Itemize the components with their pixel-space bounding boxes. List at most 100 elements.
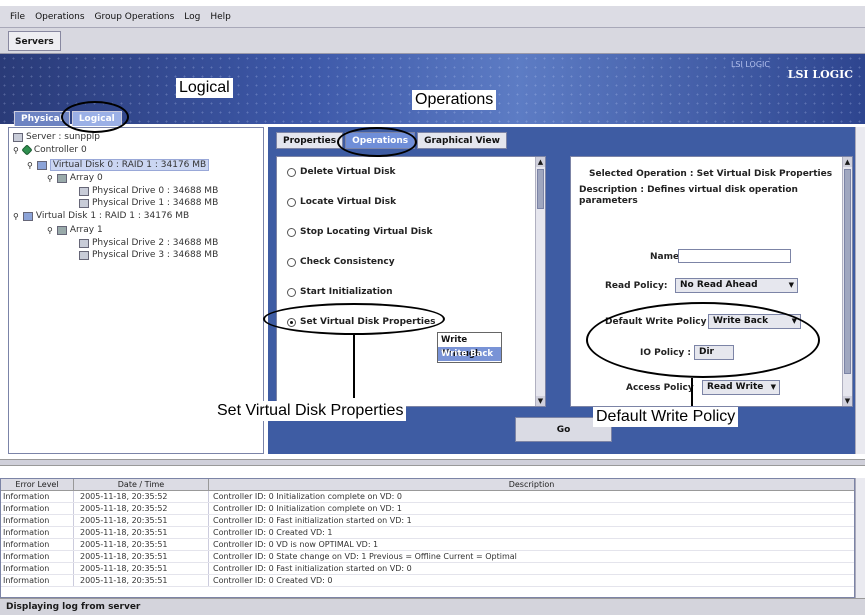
radio-icon[interactable] xyxy=(287,227,296,237)
callout-write-policy: Default Write Policy xyxy=(593,407,739,427)
expand-icon[interactable]: ⚲ xyxy=(27,161,33,170)
physical-drive-icon xyxy=(79,186,89,196)
scroll-thumb[interactable] xyxy=(537,169,544,209)
event-log: Error Level Date / Time Description Info… xyxy=(0,478,855,598)
scroll-down-icon[interactable]: ▼ xyxy=(843,396,852,406)
tree-array0-label: Array 0 xyxy=(69,173,103,183)
op-start-initialization[interactable]: Start Initialization xyxy=(287,287,393,297)
tree-vd1-label: Virtual Disk 1 : RAID 1 : 34176 MB xyxy=(35,211,190,221)
right-scrollbar[interactable] xyxy=(855,127,865,454)
tree-array-1[interactable]: ⚲ Array 1 xyxy=(47,225,103,235)
access-policy-select[interactable]: Read Write ▼ xyxy=(702,380,780,395)
log-date: 2005-11-18, 20:35:52 xyxy=(74,491,209,502)
log-description: Controller ID: 0 Created VD: 0 xyxy=(213,576,333,585)
scroll-thumb[interactable] xyxy=(844,169,851,374)
log-scrollbar[interactable] xyxy=(855,478,865,598)
header-description[interactable]: Description xyxy=(209,479,854,490)
tab-properties[interactable]: Properties xyxy=(276,132,344,149)
selected-operation: Selected Operation : Set Virtual Disk Pr… xyxy=(589,169,833,179)
tree-pd0-label: Physical Drive 0 : 34688 MB xyxy=(92,186,219,196)
name-input[interactable] xyxy=(678,249,791,263)
scroll-up-icon[interactable]: ▲ xyxy=(843,157,852,167)
virtual-disk-icon xyxy=(22,211,33,221)
log-row[interactable]: Information 2005-11-18, 20:35:51 Control… xyxy=(1,563,854,575)
tree-controller[interactable]: ⚲ Controller 0 xyxy=(13,144,87,156)
log-level: Information xyxy=(1,503,74,514)
op-delete-virtual-disk[interactable]: Delete Virtual Disk xyxy=(287,167,396,177)
menu-operations[interactable]: Operations xyxy=(35,12,84,22)
log-row[interactable]: Information 2005-11-18, 20:35:52 Control… xyxy=(1,503,854,515)
expand-icon[interactable]: ⚲ xyxy=(47,226,53,235)
tree-virtual-disk-1[interactable]: ⚲ Virtual Disk 1 : RAID 1 : 34176 MB xyxy=(13,211,189,221)
log-row[interactable]: Information 2005-11-18, 20:35:51 Control… xyxy=(1,539,854,551)
read-policy-select[interactable]: No Read Ahead ▼ xyxy=(675,278,798,293)
toolbar: Servers xyxy=(0,28,865,54)
radio-icon[interactable] xyxy=(287,257,296,267)
header-error-level[interactable]: Error Level xyxy=(1,479,74,490)
read-policy-label: Read Policy: xyxy=(605,281,668,291)
radio-icon[interactable] xyxy=(287,167,296,177)
log-date: 2005-11-18, 20:35:51 xyxy=(74,515,209,526)
menu-file[interactable]: File xyxy=(10,12,25,22)
servers-tab[interactable]: Servers xyxy=(8,31,61,51)
tree-controller-label: Controller 0 xyxy=(33,145,87,155)
log-description: Controller ID: 0 Initialization complete… xyxy=(213,504,402,513)
array-icon xyxy=(56,173,67,183)
tree-virtual-disk-0[interactable]: ⚲ Virtual Disk 0 : RAID 1 : 34176 MB xyxy=(27,159,210,171)
menu-group-operations[interactable]: Group Operations xyxy=(95,12,175,22)
controller-icon xyxy=(21,144,33,156)
tree-server-label: Server : sunpplp xyxy=(26,132,101,142)
server-icon xyxy=(13,132,23,142)
callout-ellipse-set-vd xyxy=(263,303,445,335)
expand-icon[interactable]: ⚲ xyxy=(47,174,53,183)
access-policy-label: Access Policy xyxy=(626,383,694,393)
tree-pd3-label: Physical Drive 3 : 34688 MB xyxy=(92,250,219,260)
log-header: Error Level Date / Time Description xyxy=(1,479,854,491)
op-stop-locating[interactable]: Stop Locating Virtual Disk xyxy=(287,227,432,237)
header-date-time[interactable]: Date / Time xyxy=(74,479,209,490)
log-level: Information xyxy=(1,563,74,574)
tab-graphical-view[interactable]: Graphical View xyxy=(417,132,507,149)
log-level: Information xyxy=(1,491,74,502)
log-date: 2005-11-18, 20:35:51 xyxy=(74,575,209,586)
operations-list: Delete Virtual Disk Locate Virtual Disk … xyxy=(276,156,546,407)
tree-array-0[interactable]: ⚲ Array 0 xyxy=(47,173,103,183)
log-level: Information xyxy=(1,575,74,586)
virtual-disk-icon xyxy=(36,160,47,170)
description-line-2: parameters xyxy=(579,196,638,206)
tree-pd1-label: Physical Drive 1 : 34688 MB xyxy=(92,198,219,208)
description-line-1: Description : Defines virtual disk opera… xyxy=(579,185,798,195)
log-row[interactable]: Information 2005-11-18, 20:35:51 Control… xyxy=(1,575,854,587)
log-row[interactable]: Information 2005-11-18, 20:35:51 Control… xyxy=(1,515,854,527)
chevron-down-icon: ▼ xyxy=(770,383,776,391)
log-row[interactable]: Information 2005-11-18, 20:35:52 Control… xyxy=(1,491,854,503)
option-write-through[interactable]: Write Through xyxy=(438,333,501,359)
menu-log[interactable]: Log xyxy=(184,12,200,22)
log-row[interactable]: Information 2005-11-18, 20:35:51 Control… xyxy=(1,551,854,563)
log-row[interactable]: Information 2005-11-18, 20:35:51 Control… xyxy=(1,527,854,539)
splitter[interactable] xyxy=(0,459,865,466)
tree-physical-drive-3[interactable]: Physical Drive 3 : 34688 MB xyxy=(79,250,218,260)
tree-physical-drive-0[interactable]: Physical Drive 0 : 34688 MB xyxy=(79,186,218,196)
expand-icon[interactable]: ⚲ xyxy=(13,212,19,221)
tree-physical-drive-1[interactable]: Physical Drive 1 : 34688 MB xyxy=(79,198,218,208)
log-description: Controller ID: 0 Initialization complete… xyxy=(213,492,402,501)
physical-drive-icon xyxy=(79,238,89,248)
radio-icon[interactable] xyxy=(287,287,296,297)
tree-server[interactable]: Server : sunpplp xyxy=(13,132,100,142)
expand-icon[interactable]: ⚲ xyxy=(13,146,19,155)
option-write-back[interactable]: Write Back xyxy=(438,347,501,361)
scroll-up-icon[interactable]: ▲ xyxy=(536,157,545,167)
scroll-down-icon[interactable]: ▼ xyxy=(536,396,545,406)
log-level: Information xyxy=(1,551,74,562)
properties-scrollbar[interactable]: ▲ ▼ xyxy=(842,157,852,406)
tree-physical-drive-2[interactable]: Physical Drive 2 : 34688 MB xyxy=(79,238,218,248)
chevron-down-icon: ▼ xyxy=(788,281,794,289)
op-locate-virtual-disk[interactable]: Locate Virtual Disk xyxy=(287,197,396,207)
op-check-consistency[interactable]: Check Consistency xyxy=(287,257,395,267)
write-policy-options: Write Through Write Back xyxy=(437,332,502,363)
op-label: Stop Locating Virtual Disk xyxy=(300,227,433,237)
operations-scrollbar[interactable]: ▲ ▼ xyxy=(535,157,545,406)
radio-icon[interactable] xyxy=(287,197,296,207)
menu-help[interactable]: Help xyxy=(210,12,231,22)
